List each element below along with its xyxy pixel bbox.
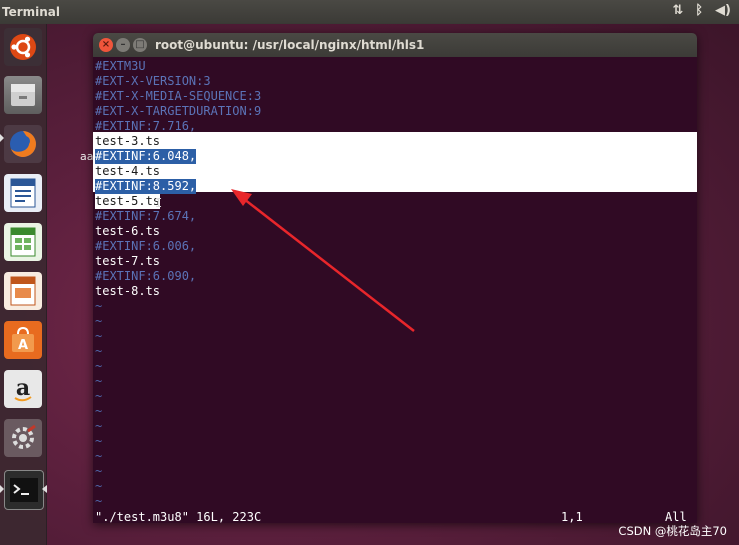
watermark: CSDN @桃花岛主70: [618, 524, 727, 538]
annotation-arrow: [231, 189, 415, 332]
annotation-arrow-shaft: [243, 198, 415, 332]
